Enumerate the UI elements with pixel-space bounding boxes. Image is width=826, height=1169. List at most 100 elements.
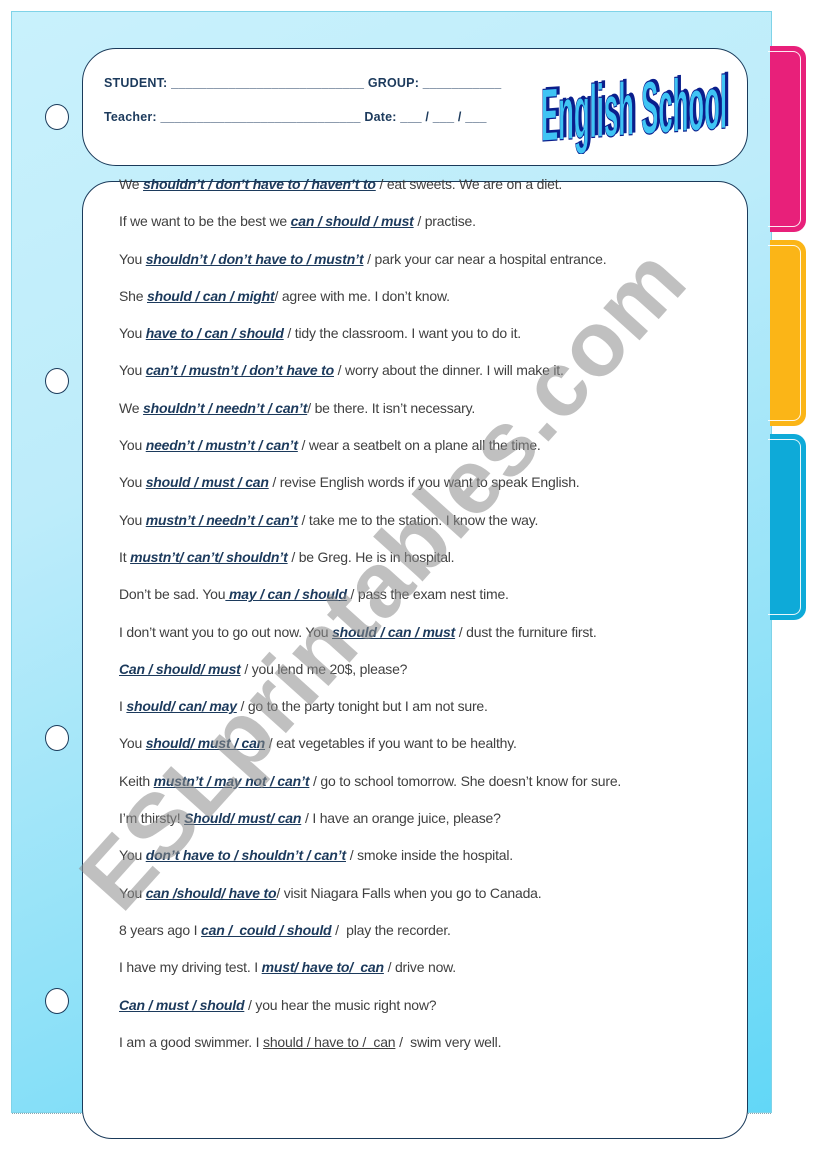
sentence-end: / revise English words if you want to sp… — [268, 474, 580, 491]
modal-choices[interactable]: should / must / can — [146, 474, 269, 490]
exercise-item: I don’t want you to go out now. You shou… — [119, 623, 621, 660]
exercise-item: I’m thirsty! Should/ must/ can / I have … — [119, 809, 621, 846]
sentence-start: You — [119, 362, 146, 379]
sentence-end: / agree with me. I don’t know. — [274, 287, 450, 304]
sentence-start: You — [119, 884, 146, 901]
modal-choices[interactable]: can / should / must — [291, 213, 414, 229]
exercise-item: We shouldn’t / needn’t / can’t/ be there… — [119, 399, 621, 436]
exercise-item: Don’t be sad. You may / can / should / p… — [119, 585, 621, 622]
sentence-end: / tidy the classroom. I want you to do i… — [283, 325, 521, 342]
student-info-header: STUDENT: ___________________________ GRO… — [82, 48, 748, 166]
modal-choices[interactable]: should / can / must — [332, 624, 455, 640]
sentence-end: / wear a seatbelt on a plane all the tim… — [297, 437, 541, 454]
sentence-start: We — [119, 176, 144, 192]
sentence-end: / play the recorder. — [331, 921, 451, 938]
sentence-start: Keith — [119, 772, 154, 789]
sentence-end: / I have an orange juice, please? — [301, 810, 501, 827]
sentence-end: / be there. It isn’t necessary. — [307, 399, 476, 416]
divider-tab-blue — [768, 434, 806, 620]
modal-choices[interactable]: mustn’t / may not / can’t — [154, 773, 310, 789]
exercise-item: You can’t / mustn’t / don’t have to / wo… — [119, 361, 621, 398]
modal-choices[interactable]: should / can / might — [147, 288, 275, 304]
modal-choices[interactable]: mustn’t / needn’t / can’t — [146, 512, 298, 528]
exercise-item: Can / must / should / you hear the music… — [119, 996, 621, 1033]
logo-text: English School — [541, 60, 727, 154]
binder-hole-icon — [45, 725, 69, 751]
exercise-item: You needn’t / mustn’t / can’t / wear a s… — [119, 436, 621, 473]
exercise-item: You should / must / can / revise English… — [119, 473, 621, 510]
teacher-date-line[interactable]: Teacher: ____________________________ Da… — [104, 110, 487, 124]
exercise-item: It mustn’t/ can’t/ shouldn’t / be Greg. … — [119, 548, 621, 585]
sentence-start: She — [119, 287, 147, 304]
modal-choices[interactable]: needn’t / mustn’t / can’t — [146, 437, 298, 453]
modal-choices[interactable]: may / can / should — [225, 586, 347, 602]
sentence-start: You — [119, 474, 146, 491]
sentence-end: / swim very well. — [395, 1033, 502, 1050]
exercise-item: We shouldn’t / don’t have to / haven’t t… — [119, 175, 621, 212]
exercise-item: 8 years ago I can / could / should / pla… — [119, 921, 621, 958]
sentence-end: / take me to the station. I know the way… — [297, 511, 539, 528]
exercise-item: Can / should/ must / you lend me 20$, pl… — [119, 660, 621, 697]
modal-choices[interactable]: shouldn’t / don’t have to / mustn’t — [146, 251, 364, 267]
sentence-end: / park your car near a hospital entrance… — [363, 250, 607, 267]
exercise-item: You should/ must / can / eat vegetables … — [119, 734, 621, 771]
sentence-start: I’m thirsty! — [119, 810, 185, 827]
exercise-item: She should / can / might/ agree with me.… — [119, 287, 621, 324]
modal-choices[interactable]: must/ have to/ can — [262, 959, 384, 975]
sentence-start: 8 years ago I — [119, 921, 202, 938]
sentence-end: / be Greg. He is in hospital. — [287, 548, 455, 565]
exercise-item: I have my driving test. I must/ have to/… — [119, 958, 621, 995]
binder-hole-icon — [45, 104, 69, 130]
sentence-end: / pass the exam nest time. — [346, 586, 509, 603]
modal-choices[interactable]: Can / must / should — [119, 997, 245, 1013]
exercise-item: You have to / can / should / tidy the cl… — [119, 324, 621, 361]
modal-choices[interactable]: can /should/ have to — [146, 885, 277, 901]
sentence-end: / visit Niagara Falls when you go to Can… — [276, 884, 542, 901]
exercise-item: You mustn’t / needn’t / can’t / take me … — [119, 511, 621, 548]
sentence-start: If we want to be the best we — [119, 213, 291, 230]
sentence-start: You — [119, 847, 146, 864]
modal-choices[interactable]: Should/ must/ can — [184, 810, 301, 826]
sentence-end: / go to school tomorrow. She doesn’t kno… — [309, 772, 622, 789]
modal-choices[interactable]: don’t have to / shouldn’t / can’t — [146, 847, 346, 863]
sentence-start: I don’t want you to go out now. You — [119, 623, 333, 640]
modal-choices[interactable]: should / have to / can — [263, 1034, 396, 1050]
exercise-item: Keith mustn’t / may not / can’t / go to … — [119, 772, 621, 809]
divider-tab-orange — [768, 240, 806, 426]
sentence-end: / worry about the dinner. I will make it… — [333, 362, 564, 379]
sentence-start: We — [119, 399, 144, 416]
sentence-start: Don’t be sad. You — [119, 586, 226, 603]
student-group-line[interactable]: STUDENT: ___________________________ GRO… — [104, 76, 501, 90]
exercise-item: You can /should/ have to/ visit Niagara … — [119, 884, 621, 921]
sentence-start: You — [119, 511, 146, 528]
binder-hole-icon — [45, 368, 69, 394]
sentence-start: I have my driving test. I — [119, 959, 262, 976]
sentence-start: I am a good swimmer. I — [119, 1033, 264, 1050]
sentence-end: / you hear the music right now? — [244, 996, 437, 1013]
modal-choices[interactable]: should/ must / can — [146, 735, 266, 751]
modal-choices[interactable]: can / could / should — [201, 922, 332, 938]
modal-choices[interactable]: shouldn’t / needn’t / can’t — [143, 400, 307, 416]
english-school-logo: English School English School — [541, 59, 730, 154]
modal-choices[interactable]: mustn’t/ can’t/ shouldn’t — [130, 549, 288, 565]
exercise-item: If we want to be the best we can / shoul… — [119, 212, 621, 249]
modal-choices[interactable]: shouldn’t / don’t have to / haven’t to — [143, 176, 376, 192]
sentence-end: / smoke inside the hospital. — [346, 847, 513, 864]
sentence-end: / drive now. — [383, 959, 457, 976]
sentence-end: / eat sweets. We are on a diet. — [375, 176, 563, 192]
binder-hole-icon — [45, 988, 69, 1014]
sentence-end: / practise. — [413, 213, 476, 230]
exercise-item: You shouldn’t / don’t have to / mustn’t … — [119, 250, 621, 287]
exercise-list: We shouldn’t / don’t have to / haven’t t… — [119, 175, 621, 1070]
exercise-item: You don’t have to / shouldn’t / can’t / … — [119, 846, 621, 883]
sentence-end: / eat vegetables if you want to be healt… — [265, 735, 517, 752]
sentence-start: You — [119, 325, 146, 342]
modal-choices[interactable]: have to / can / should — [146, 325, 284, 341]
sentence-end: / dust the furniture first. — [455, 623, 597, 640]
exercise-item: I am a good swimmer. I should / have to … — [119, 1033, 621, 1070]
modal-choices[interactable]: can’t / mustn’t / don’t have to — [146, 362, 334, 378]
sentence-start: You — [119, 250, 146, 267]
exercise-item: I should/ can/ may / go to the party ton… — [119, 697, 621, 734]
modal-choices[interactable]: should/ can/ may — [126, 698, 237, 714]
modal-choices[interactable]: Can / should/ must — [119, 661, 241, 677]
